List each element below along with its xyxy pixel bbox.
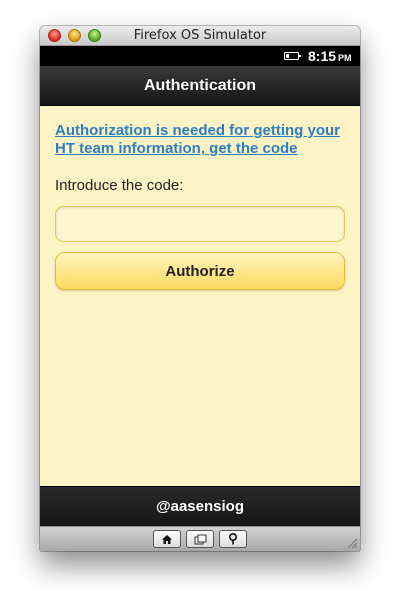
code-input[interactable] xyxy=(55,206,345,242)
location-pin-icon xyxy=(229,533,237,545)
window-title: Firefox OS Simulator xyxy=(133,28,267,43)
app-footer: @aasensiog xyxy=(40,486,360,526)
main-content: Authorization is needed for getting your… xyxy=(40,106,360,486)
footer-handle: @aasensiog xyxy=(156,498,244,515)
windows-icon xyxy=(194,534,206,544)
clock-ampm: PM xyxy=(338,53,352,63)
battery-icon xyxy=(284,52,301,60)
simulator-window: Firefox OS Simulator 8:15 PM Authenticati… xyxy=(40,26,360,551)
simulator-controls xyxy=(40,526,360,551)
app-header: Authentication xyxy=(40,66,360,106)
windows-button[interactable] xyxy=(186,530,214,548)
status-clock: 8:15 PM xyxy=(308,46,352,66)
status-bar: 8:15 PM xyxy=(40,46,360,66)
location-button[interactable] xyxy=(219,530,247,548)
home-button[interactable] xyxy=(153,530,181,548)
authorize-button[interactable]: Authorize xyxy=(55,252,345,290)
resize-grip-icon[interactable] xyxy=(346,537,358,549)
clock-time: 8:15 xyxy=(308,48,337,64)
home-icon xyxy=(162,534,172,544)
code-label: Introduce the code: xyxy=(55,177,184,194)
page-title: Authentication xyxy=(144,77,256,94)
window-titlebar: Firefox OS Simulator xyxy=(40,26,360,46)
get-code-link[interactable]: Authorization is needed for getting your… xyxy=(55,122,345,158)
